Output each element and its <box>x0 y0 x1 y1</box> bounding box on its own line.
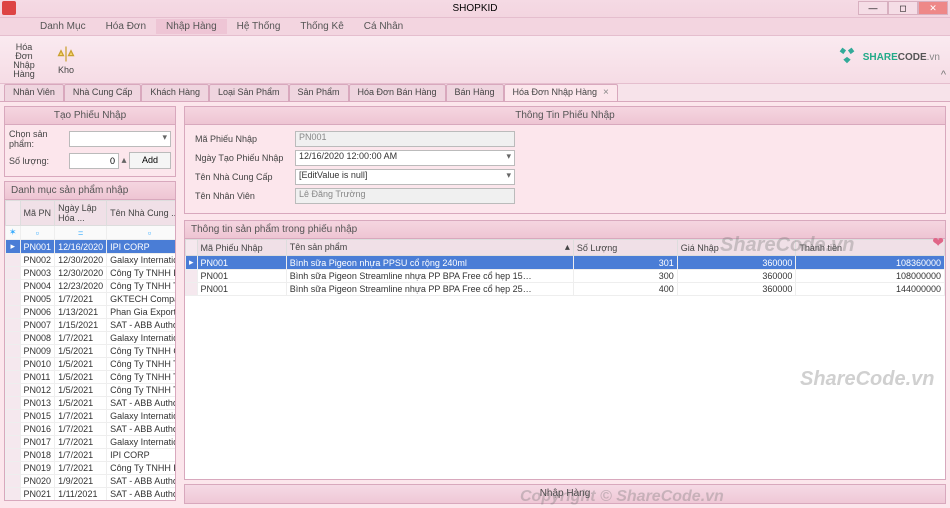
menu-3[interactable]: Hệ Thống <box>227 19 291 34</box>
tab-0[interactable]: Nhân Viên <box>4 84 64 101</box>
maximize-button[interactable]: ◻ <box>888 1 918 15</box>
add-button[interactable]: Add <box>129 152 171 169</box>
tab-2[interactable]: Khách Hàng <box>141 84 209 101</box>
table-row[interactable]: PN001Bình sữa Pigeon Streamline nhựa PP … <box>186 283 945 296</box>
f2-label: Ngày Tạo Phiếu Nhập <box>195 153 295 163</box>
filter-icon[interactable]: ✶ <box>6 226 21 240</box>
tab-3[interactable]: Loại Sản Phẩm <box>209 84 289 101</box>
scale-icon <box>56 44 76 64</box>
table-row[interactable]: PN00412/23/2020Công Ty TNHH T… <box>6 280 176 293</box>
table-row[interactable]: PN0211/11/2021SAT - ABB Autho… <box>6 488 176 501</box>
table-row[interactable]: PN0191/7/2021Công Ty TNHH B… <box>6 462 176 475</box>
document-tabs: Nhân ViênNhà Cung CấpKhách HàngLoại Sản … <box>0 84 950 102</box>
tab-6[interactable]: Bán Hàng <box>446 84 504 101</box>
table-row[interactable]: PN0081/7/2021Galaxy Internatio… <box>6 332 176 345</box>
table-row[interactable]: PN0161/7/2021SAT - ABB Autho… <box>6 423 176 436</box>
menu-4[interactable]: Thống Kê <box>290 19 353 34</box>
table-row[interactable]: PN0151/7/2021Galaxy Internatio… <box>6 410 176 423</box>
table-row[interactable]: PN001Bình sữa Pigeon Streamline nhựa PP … <box>186 270 945 283</box>
f3-label: Tên Nhà Cung Cấp <box>195 172 295 182</box>
menu-5[interactable]: Cá Nhân <box>354 19 413 34</box>
col-header[interactable]: Mã PN <box>20 201 55 226</box>
tab-4[interactable]: Sản Phẩm <box>289 84 349 101</box>
stepper-icon[interactable]: ▴ <box>119 155 129 166</box>
tab-close-icon[interactable]: × <box>603 87 609 98</box>
table-row[interactable]: PN0171/7/2021Galaxy Internatio… <box>6 436 176 449</box>
pn-grid: Danh mục sản phẩm nhập Mã PNNgày Lập Hóa… <box>4 181 176 501</box>
col-header[interactable]: Số Lượng <box>573 240 677 256</box>
collapse-ribbon-icon[interactable]: ^ <box>941 69 946 81</box>
tab-7[interactable]: Hóa Đơn Nhập Hàng× <box>504 84 618 101</box>
detail-grid: Thông tin sản phẩm trong phiếu nhập Mã P… <box>184 220 946 480</box>
ribbon: Hóa Đơn Nhập Hàng Kho SHARECODE.vn ^ <box>0 36 950 84</box>
f1-value: PN001 <box>295 131 515 147</box>
table-row[interactable]: PN0051/7/2021GKTECH Company <box>6 293 176 306</box>
menu-2[interactable]: Nhập Hàng <box>156 19 227 34</box>
f2-value[interactable]: 12/16/2020 12:00:00 AM <box>295 150 515 166</box>
pn-grid-header: Danh mục sản phẩm nhập <box>5 182 175 200</box>
table-row[interactable]: PN00312/30/2020Công Ty TNHH B… <box>6 267 176 280</box>
menubar: Danh MụcHóa ĐơnNhập HàngHệ ThốngThống Kê… <box>0 18 950 36</box>
table-row[interactable]: PN0201/9/2021SAT - ABB Autho… <box>6 475 176 488</box>
table-row[interactable]: PN0111/5/2021Công Ty TNHH T… <box>6 371 176 384</box>
tab-5[interactable]: Hóa Đơn Bán Hàng <box>349 84 446 101</box>
detail-grid-header: Thông tin sản phẩm trong phiếu nhập <box>185 221 945 239</box>
menu-1[interactable]: Hóa Đơn <box>96 19 156 34</box>
table-row[interactable]: PN0101/5/2021Công Ty TNHH T… <box>6 358 176 371</box>
titlebar: SHOPKID — ◻ ✕ <box>0 0 950 18</box>
app-title: SHOPKID <box>452 3 497 14</box>
f4-value: Lê Đăng Trường <box>295 188 515 204</box>
warehouse-button[interactable]: Kho <box>48 40 84 80</box>
product-select[interactable] <box>69 131 171 147</box>
col-header[interactable]: Tên sản phẩm ▴ <box>286 240 573 256</box>
left-pane: Tạo Phiếu Nhập Chọn sản phẩm: Số lượng: … <box>0 102 180 508</box>
close-button[interactable]: ✕ <box>918 1 948 15</box>
import-button[interactable]: Nhập Hàng <box>184 484 946 504</box>
table-row[interactable]: PN0131/5/2021SAT - ABB Autho… <box>6 397 176 410</box>
tab-1[interactable]: Nhà Cung Cấp <box>64 84 142 101</box>
create-panel-header: Tạo Phiếu Nhập <box>5 107 175 125</box>
table-row[interactable]: PN0071/15/2021SAT - ABB Autho… <box>6 319 176 332</box>
table-row[interactable]: PN00212/30/2020Galaxy Internatio… <box>6 254 176 267</box>
info-panel: Thông Tin Phiếu Nhập Mã Phiếu NhậpPN001 … <box>184 106 946 214</box>
workspace: Tạo Phiếu Nhập Chọn sản phẩm: Số lượng: … <box>0 102 950 508</box>
ribbon-btn2-label: Kho <box>58 66 74 75</box>
col-header[interactable]: Ngày Lập Hóa ... <box>55 201 107 226</box>
info-panel-header: Thông Tin Phiếu Nhập <box>185 107 945 125</box>
menu-0[interactable]: Danh Mục <box>30 19 96 34</box>
table-row[interactable]: PN0181/7/2021IPI CORP <box>6 449 176 462</box>
f1-label: Mã Phiếu Nhập <box>195 134 295 144</box>
table-row[interactable]: ▸PN001Bình sữa Pigeon nhựa PPSU cổ rộng … <box>186 256 945 270</box>
col-header[interactable]: Thành tiền <box>796 240 945 256</box>
f3-value[interactable]: [EditValue is null] <box>295 169 515 185</box>
table-row[interactable]: PN0121/5/2021Công Ty TNHH T… <box>6 384 176 397</box>
col-header[interactable]: Tên Nhà Cung ... <box>107 201 175 226</box>
table-row[interactable]: PN0091/5/2021Công Ty TNHH C… <box>6 345 176 358</box>
right-pane: Thông Tin Phiếu Nhập Mã Phiếu NhậpPN001 … <box>180 102 950 508</box>
sharecode-logo: SHARECODE.vn <box>836 44 940 66</box>
table-row[interactable]: ▸PN00112/16/2020IPI CORP <box>6 240 176 254</box>
recycle-icon <box>836 44 858 66</box>
product-label: Chọn sản phẩm: <box>9 129 69 149</box>
col-header[interactable]: Mã Phiếu Nhập <box>197 240 286 256</box>
create-panel: Tạo Phiếu Nhập Chọn sản phẩm: Số lượng: … <box>4 106 176 177</box>
f4-label: Tên Nhân Viên <box>195 191 295 201</box>
qty-label: Số lượng: <box>9 156 69 166</box>
app-icon <box>2 1 16 15</box>
qty-input[interactable] <box>69 153 119 169</box>
ribbon-btn1-label: Hóa Đơn Nhập Hàng <box>7 43 41 79</box>
table-row[interactable]: PN0061/13/2021Phan Gia Export … <box>6 306 176 319</box>
col-header[interactable]: Giá Nhập <box>677 240 796 256</box>
minimize-button[interactable]: — <box>858 1 888 15</box>
invoice-import-button[interactable]: Hóa Đơn Nhập Hàng <box>6 40 42 80</box>
